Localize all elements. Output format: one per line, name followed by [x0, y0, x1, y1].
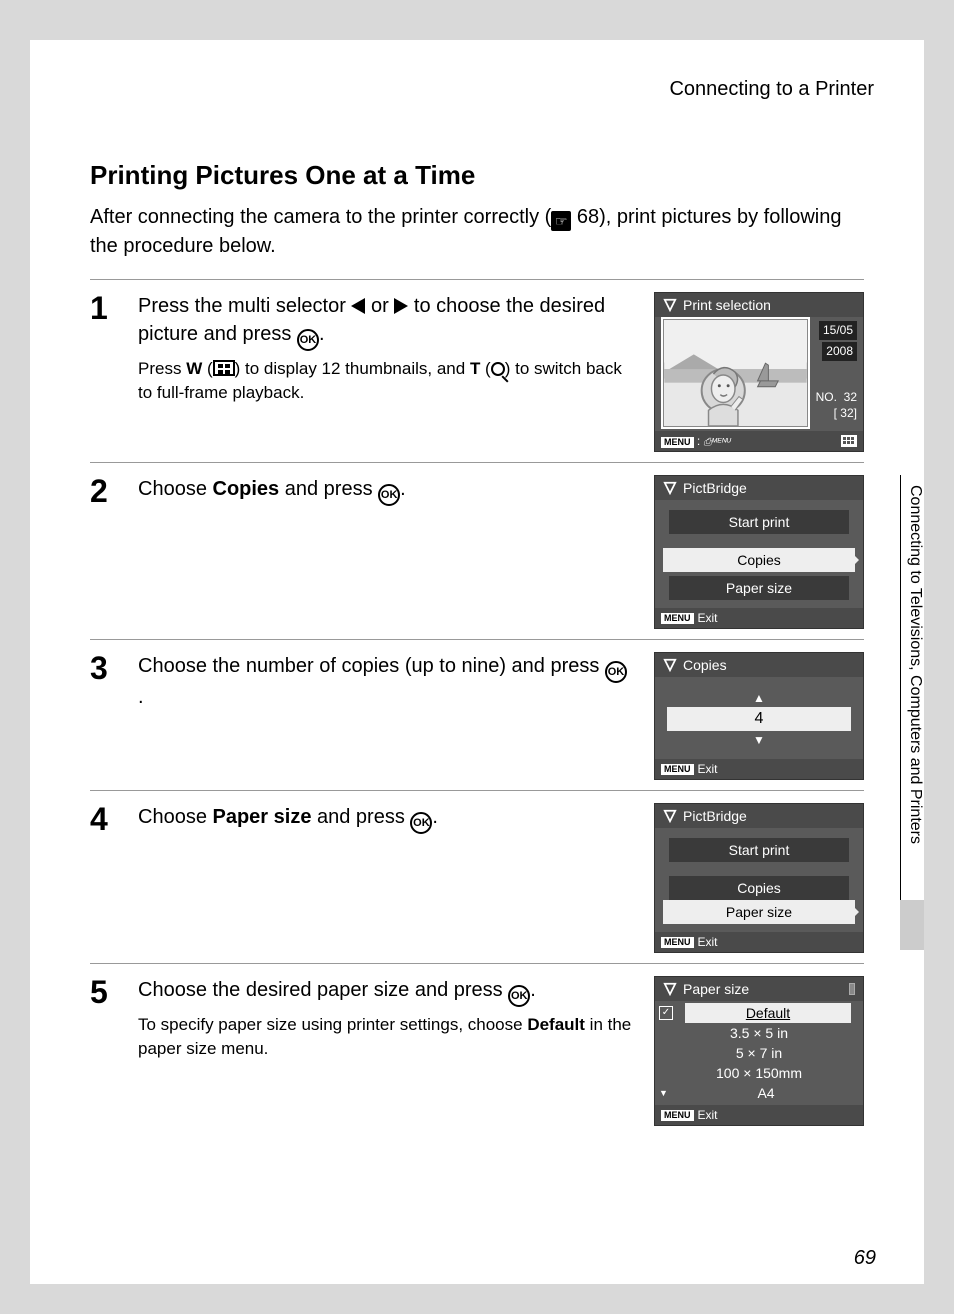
lcd3-value: 4	[667, 707, 851, 731]
lcd1-date2: 2008	[822, 342, 857, 361]
lcd4-item-0: Start print	[669, 838, 849, 862]
menu-button-icon: MENU	[661, 437, 694, 448]
intro-prefix: After connecting the camera to the print…	[90, 206, 551, 228]
up-arrow-icon: ▲	[659, 689, 859, 707]
t-key-icon: T	[470, 359, 480, 378]
lcd1-date1: 15/05	[819, 321, 857, 340]
lcd1-title: Print selection	[683, 297, 771, 313]
lcd1-count: [ 32]	[834, 406, 857, 420]
step2-text: and press	[279, 478, 378, 500]
ok-button-icon: OK	[508, 985, 530, 1007]
step-1: 1 Press the multi selector or to choose …	[90, 280, 864, 463]
step-5: 5 Choose the desired paper size and pres…	[90, 964, 864, 1136]
header-section-title: Connecting to a Printer	[669, 78, 874, 101]
step-3: 3 Choose the number of copies (up to nin…	[90, 640, 864, 791]
ok-button-icon: OK	[605, 661, 627, 683]
lcd3-title: Copies	[683, 657, 727, 673]
ok-button-icon: OK	[378, 484, 400, 506]
step5-text: Choose the desired paper size and press	[138, 979, 508, 1001]
step4-text: Choose	[138, 806, 213, 828]
side-tab-label: Connecting to Televisions, Computers and…	[900, 475, 924, 935]
lcd4-title: PictBridge	[683, 808, 747, 824]
lcd-paper-size-list: Paper size ✓Default 3.5 × 5 in 5 × 7 in …	[654, 976, 864, 1126]
right-arrow-icon	[394, 298, 408, 314]
lcd5-item-2: 5 × 7 in	[659, 1043, 859, 1063]
lcd2-item-2: Paper size	[669, 576, 849, 600]
step-number: 1	[90, 292, 124, 452]
thumbnail-mini-icon	[841, 435, 857, 447]
check-icon: ✓	[659, 1006, 673, 1020]
step2-bold: Copies	[213, 478, 280, 500]
scrollbar-icon	[849, 983, 855, 995]
step-number: 3	[90, 652, 124, 780]
pictbridge-icon	[663, 809, 677, 823]
step-2: 2 Choose Copies and press OK. PictBridge…	[90, 463, 864, 640]
ok-button-icon: OK	[297, 329, 319, 351]
pictbridge-icon	[663, 298, 677, 312]
lcd5-item-4: A4	[673, 1083, 859, 1103]
menu-button-icon: MENU	[661, 764, 694, 775]
step1-text: or	[365, 295, 394, 317]
lcd5-title: Paper size	[683, 981, 749, 997]
lcd1-no-val: 32	[844, 390, 857, 404]
lcd2-exit: Exit	[698, 611, 718, 625]
lcd2-item-0: Start print	[669, 510, 849, 534]
lcd5-item-3: 100 × 150mm	[659, 1063, 859, 1083]
thumbnail-grid-icon	[213, 360, 235, 376]
lcd4-item-1: Copies	[669, 876, 849, 900]
lcd-print-selection: Print selection	[654, 292, 864, 452]
lcd-pictbridge-copies: PictBridge Start print Copies Paper size…	[654, 475, 864, 629]
menu-button-icon: MENU	[661, 613, 694, 624]
menu-button-icon: MENU	[661, 1110, 694, 1121]
pictbridge-icon	[663, 658, 677, 672]
pictbridge-icon	[663, 982, 677, 996]
step1-sub: (	[202, 359, 212, 378]
step5-sub-bold: Default	[527, 1015, 585, 1034]
lcd5-item-1: 3.5 × 5 in	[659, 1023, 859, 1043]
lcd3-exit: Exit	[698, 762, 718, 776]
lcd5-exit: Exit	[698, 1108, 718, 1122]
step4-text: and press	[311, 806, 410, 828]
pictbridge-icon	[663, 481, 677, 495]
menu-sub-icon: ⎙ᴹᴱᴺᵁ	[704, 437, 731, 448]
step1-sub: ) to display 12 thumbnails, and	[235, 359, 470, 378]
step1-sub: Press	[138, 359, 186, 378]
magnifier-icon	[491, 362, 505, 376]
intro-ref-page: 68	[577, 206, 599, 228]
step-4: 4 Choose Paper size and press OK. PictBr…	[90, 791, 864, 964]
lcd5-item-0: Default	[685, 1003, 851, 1023]
lcd4-item-2: Paper size	[663, 900, 855, 924]
step2-text: Choose	[138, 478, 213, 500]
lcd4-exit: Exit	[698, 935, 718, 949]
down-arrow-icon: ▼	[659, 731, 859, 749]
step3-text: Choose the number of copies (up to nine)…	[138, 655, 605, 677]
page-title: Printing Pictures One at a Time	[90, 160, 864, 191]
step5-sub: To specify paper size using printer sett…	[138, 1015, 527, 1034]
lcd2-item-1: Copies	[663, 548, 855, 572]
ok-button-icon: OK	[410, 812, 432, 834]
intro-text: After connecting the camera to the print…	[90, 203, 864, 261]
step-number: 2	[90, 475, 124, 629]
photo-preview	[663, 319, 808, 427]
step4-bold: Paper size	[213, 806, 312, 828]
step-number: 4	[90, 803, 124, 953]
step1-text: Press the multi selector	[138, 295, 351, 317]
lcd2-title: PictBridge	[683, 480, 747, 496]
lcd-pictbridge-papersize: PictBridge Start print Copies Paper size…	[654, 803, 864, 953]
menu-button-icon: MENU	[661, 937, 694, 948]
down-scroll-icon: ▼	[659, 1088, 673, 1098]
lcd-copies: Copies ▲ 4 ▼ MENU Exit	[654, 652, 864, 780]
page-number: 69	[854, 1247, 876, 1270]
step1-sub: (	[480, 359, 490, 378]
lcd1-no-label: NO.	[816, 390, 837, 404]
w-key-icon: W	[186, 359, 202, 378]
reference-icon: ☞	[551, 211, 571, 231]
step-number: 5	[90, 976, 124, 1126]
left-arrow-icon	[351, 298, 365, 314]
side-tab-indicator	[900, 900, 924, 950]
